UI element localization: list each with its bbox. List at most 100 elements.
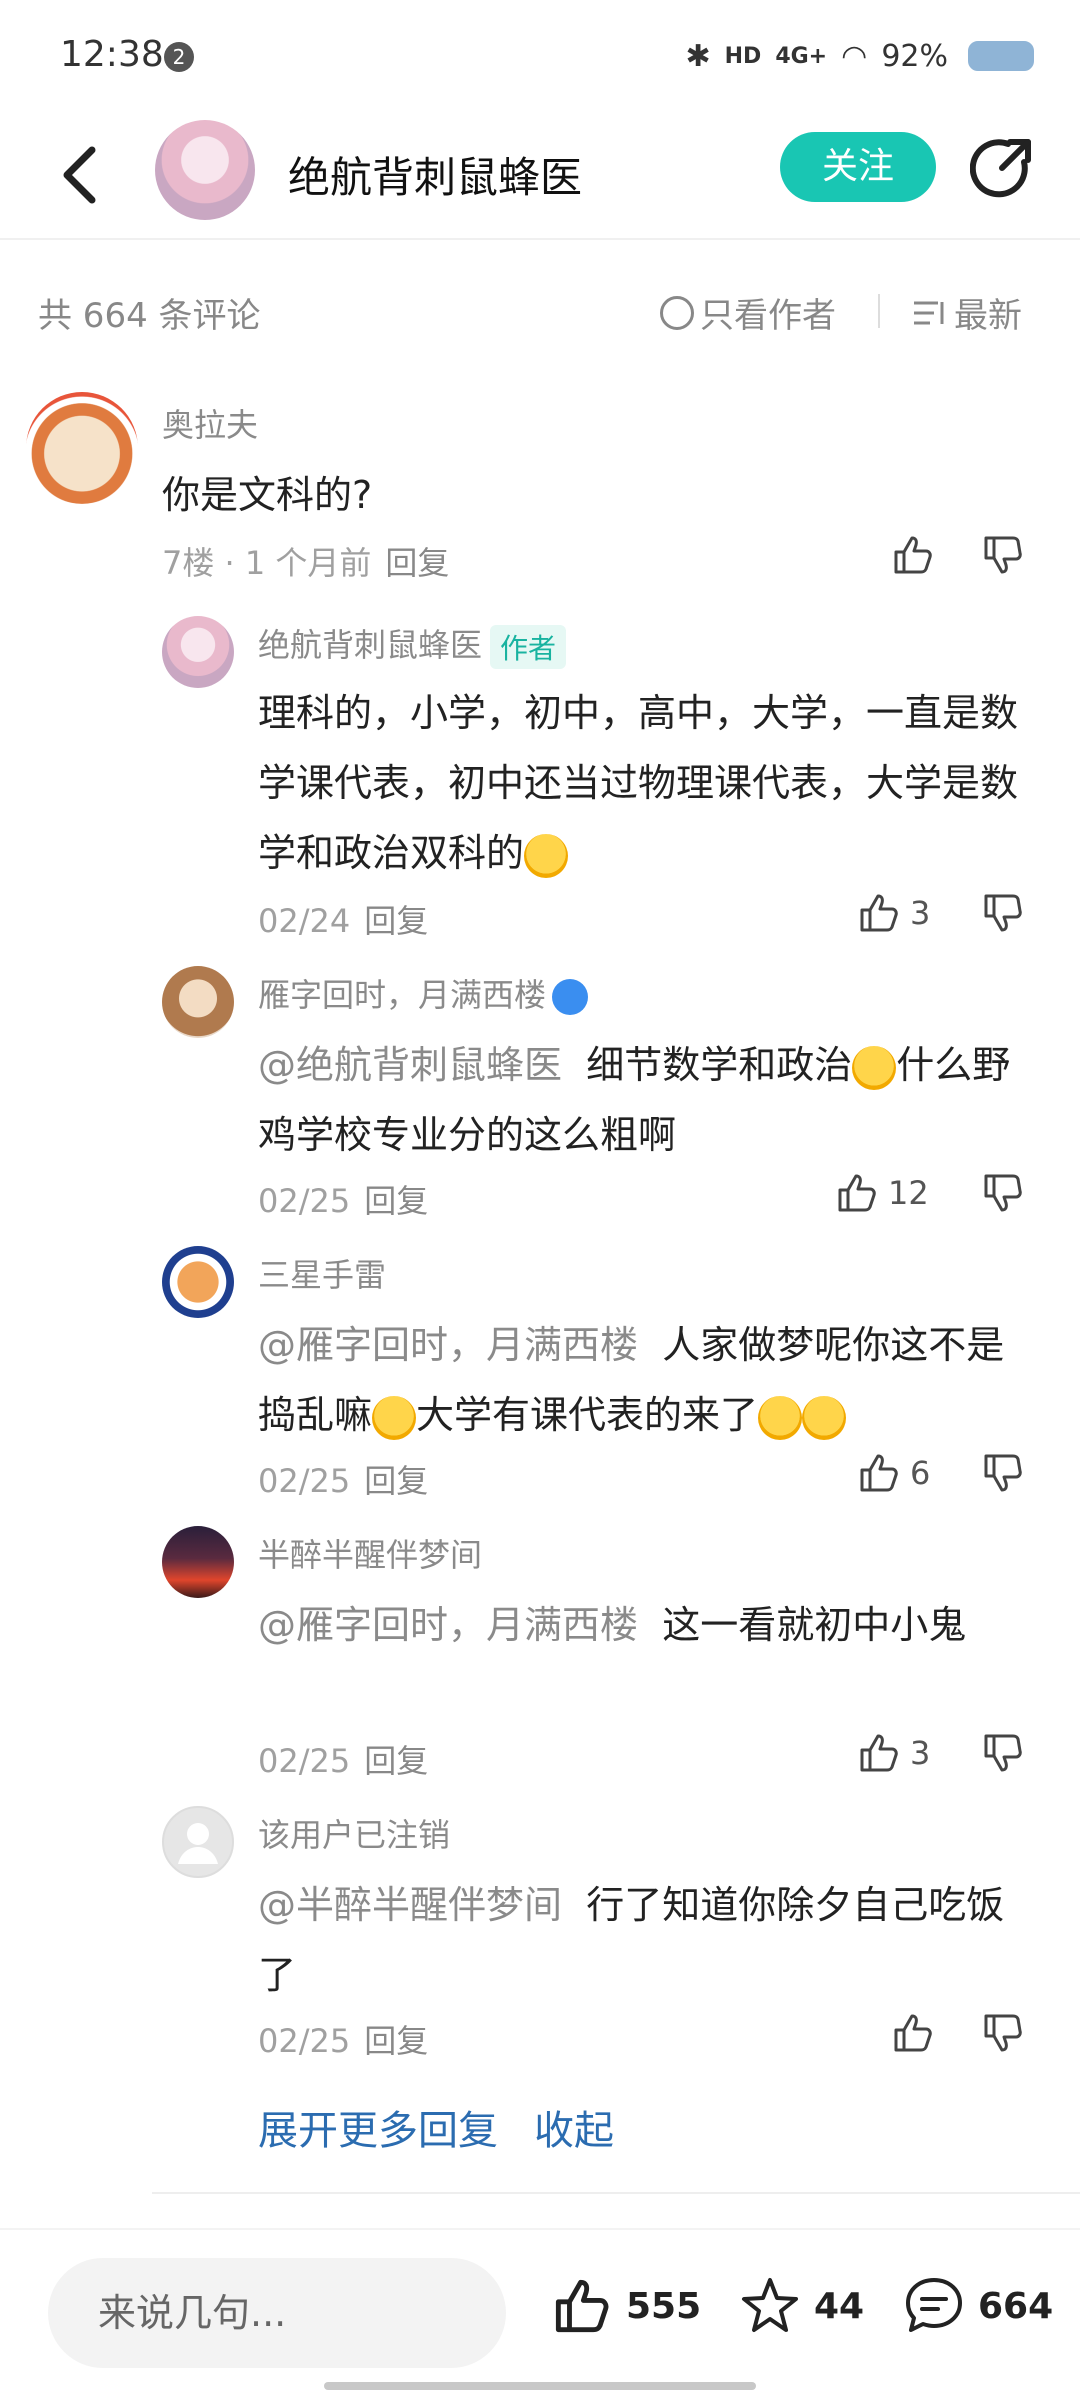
post-like-count: 555 — [626, 2285, 702, 2327]
thumbs-down-icon — [984, 1174, 1022, 1212]
collapse-replies-button[interactable]: 收起 — [534, 2108, 614, 2154]
reply-button[interactable]: 回复 — [364, 1742, 428, 1780]
reply-username-text[interactable]: 绝航背刺鼠蜂医 — [258, 626, 482, 664]
wifi-icon: ◠ — [841, 38, 868, 74]
thumbs-down-icon — [984, 894, 1022, 932]
sort-latest-button[interactable]: 最新 — [912, 288, 1022, 337]
divider — [878, 294, 880, 328]
reply-meta: 02/25 回复 — [258, 1176, 428, 1222]
mention-link[interactable]: @雁字回时，月满西楼 — [258, 1603, 638, 1647]
reply-button[interactable]: 回复 — [385, 544, 449, 582]
reply-text-content: 这一看就初中小鬼 — [662, 1603, 967, 1647]
dislike-control[interactable] — [980, 1450, 1026, 1496]
dislike-control[interactable] — [980, 890, 1026, 936]
mention-link[interactable]: @半醉半醒伴梦间 — [258, 1883, 562, 1927]
home-indicator[interactable] — [324, 2382, 756, 2390]
author-tag: 作者 — [490, 625, 567, 669]
dislike-control[interactable] — [980, 2010, 1026, 2056]
follow-button[interactable]: 关注 — [780, 132, 936, 202]
like-count: 3 — [910, 1734, 931, 1772]
dislike-control[interactable] — [980, 1730, 1026, 1776]
reply-username[interactable]: 三星手雷 — [258, 1250, 386, 1296]
sort-label: 最新 — [954, 296, 1022, 336]
comment-count-bottom: 664 — [978, 2285, 1054, 2327]
reply-username[interactable]: 绝航背刺鼠蜂医 作者 — [258, 620, 567, 669]
reply-meta: 02/24 回复 — [258, 896, 428, 942]
reply-meta: 02/25 回复 — [258, 2016, 428, 2062]
reply-avatar[interactable] — [162, 966, 234, 1038]
reply-username[interactable]: 雁字回时，月满西楼 — [258, 970, 589, 1016]
reply-avatar[interactable] — [162, 616, 234, 688]
comment-meta: 7楼 · 1 个月前 回复 — [162, 538, 449, 584]
thumbs-up-icon — [838, 1174, 876, 1212]
back-icon[interactable] — [52, 140, 112, 210]
mention-link[interactable]: @绝航背刺鼠蜂医 — [258, 1043, 562, 1087]
reply-button[interactable]: 回复 — [364, 1182, 428, 1220]
thumbs-up-icon — [860, 1454, 898, 1492]
emoji-icon — [524, 833, 569, 878]
sort-bar: 共 664 条评论 只看作者 最新 — [0, 280, 1080, 340]
only-author-label: 只看作者 — [700, 296, 836, 336]
thumbs-up-icon — [860, 894, 898, 932]
hd-icon: HD — [724, 43, 762, 69]
reply-avatar[interactable] — [162, 1806, 234, 1878]
page-title[interactable]: 绝航背刺鼠蜂医 — [288, 144, 582, 205]
reply-username[interactable]: 该用户已注销 — [258, 1810, 450, 1856]
expand-replies-button[interactable]: 展开更多回复 — [258, 2108, 498, 2154]
author-avatar[interactable] — [155, 120, 255, 220]
reply-date: 02/25 — [258, 1742, 351, 1780]
like-control[interactable]: 6 — [856, 1450, 930, 1496]
reply-button[interactable]: 回复 — [364, 902, 428, 940]
reply-button[interactable]: 回复 — [364, 1462, 428, 1500]
reply-button[interactable]: 回复 — [364, 2022, 428, 2060]
sort-icon — [914, 301, 944, 324]
reply-username-text[interactable]: 雁字回时，月满西楼 — [258, 976, 546, 1014]
bluetooth-icon: ✱ — [685, 38, 711, 74]
mention-link[interactable]: @雁字回时，月满西楼 — [258, 1323, 638, 1367]
reply-text: @绝航背刺鼠蜂医 细节数学和政治 什么野鸡学校专业分的这么粗啊 — [258, 1030, 1038, 1170]
reply-text-part: 大学有课代表的来了 — [416, 1393, 759, 1437]
like-control[interactable]: 12 — [834, 1170, 929, 1216]
reply-text: 理科的，小学，初中，高中，大学，一直是数学课代表，初中还当过物理课代表，大学是数… — [258, 678, 1038, 888]
dislike-control[interactable] — [980, 1170, 1026, 1216]
emoji-icon — [852, 1045, 897, 1090]
like-control[interactable] — [890, 2010, 936, 2056]
favorite-button[interactable]: 44 — [738, 2274, 864, 2338]
reply-meta: 02/25 回复 — [258, 1456, 428, 1502]
share-icon[interactable] — [970, 136, 1034, 200]
like-count: 3 — [910, 894, 931, 932]
like-count: 12 — [888, 1174, 929, 1212]
more-replies-links: 展开更多回复 收起 — [258, 2098, 614, 2156]
reply-username[interactable]: 半醉半醒伴梦间 — [258, 1530, 482, 1576]
only-author-toggle[interactable]: 只看作者 — [660, 288, 836, 337]
comments-button[interactable]: 664 — [902, 2274, 1053, 2338]
network-type: 4G+ — [775, 43, 828, 69]
comment-username[interactable]: 奥拉夫 — [162, 400, 258, 446]
like-count: 6 — [910, 1454, 931, 1492]
thumbs-up-icon — [555, 2279, 609, 2333]
reply-avatar[interactable] — [162, 1246, 234, 1318]
like-post-button[interactable]: 555 — [550, 2274, 701, 2338]
reply-text-content: 理科的，小学，初中，高中，大学，一直是数学课代表，初中还当过物理课代表，大学是数… — [258, 691, 1019, 875]
verified-icon — [552, 979, 589, 1015]
header: 绝航背刺鼠蜂医 关注 — [0, 110, 1080, 240]
reply-text: @雁字回时，月满西楼 这一看就初中小鬼 — [258, 1590, 998, 1660]
emoji-icon — [802, 1395, 847, 1440]
like-control[interactable]: 3 — [856, 1730, 930, 1776]
like-control[interactable] — [890, 532, 936, 578]
like-control[interactable]: 3 — [856, 890, 930, 936]
comment-input[interactable]: 来说几句... — [48, 2258, 506, 2368]
thumbs-up-icon — [860, 1734, 898, 1772]
thumbs-down-icon — [984, 536, 1022, 574]
thumbs-up-icon — [894, 2014, 932, 2052]
user-avatar[interactable] — [26, 392, 138, 504]
battery-icon — [968, 41, 1034, 71]
reply-avatar[interactable] — [162, 1526, 234, 1598]
reply-date: 02/25 — [258, 1462, 351, 1500]
reply-date: 02/25 — [258, 2022, 351, 2060]
reply-meta: 02/25 回复 — [258, 1736, 428, 1782]
dislike-control[interactable] — [980, 532, 1026, 578]
battery-percent: 92% — [881, 38, 948, 74]
status-bar: 12:38 2 ✱ HD 4G+ ◠ 92% — [0, 0, 1080, 110]
reply-date: 02/24 — [258, 902, 351, 940]
